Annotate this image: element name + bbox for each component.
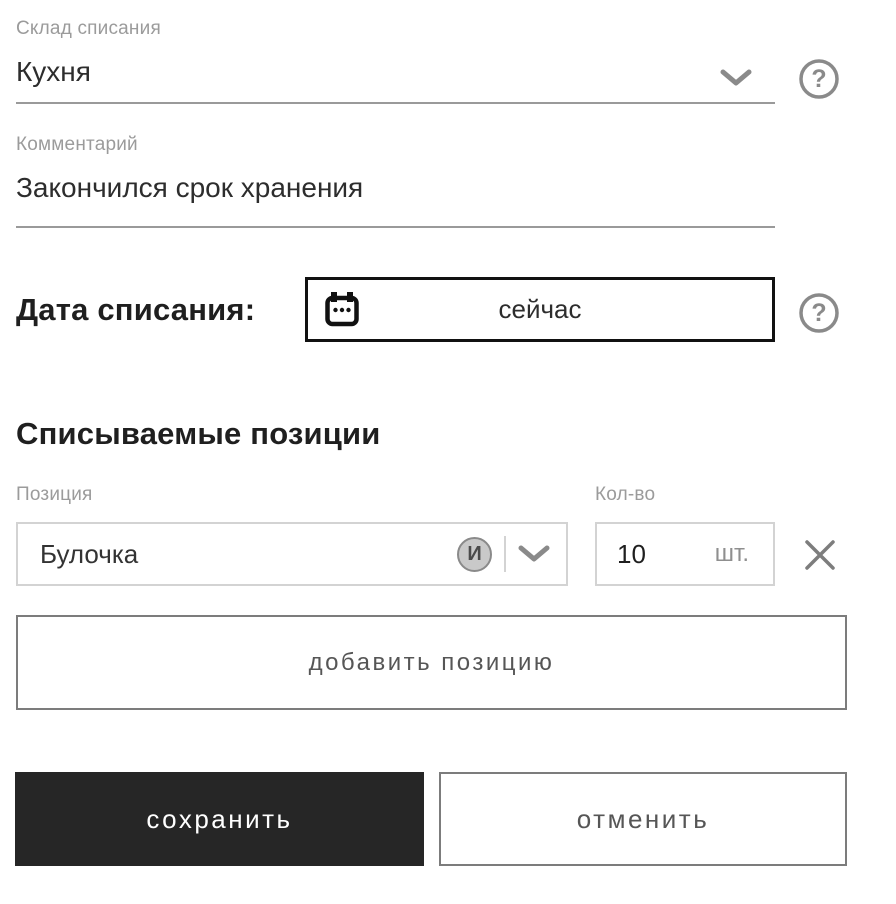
warehouse-select[interactable]: Кухня	[16, 56, 775, 102]
calendar-icon	[324, 291, 360, 329]
cancel-button[interactable]: отменить	[439, 772, 847, 866]
date-help-icon[interactable]: ?	[798, 292, 840, 334]
remove-row-icon[interactable]	[802, 537, 838, 573]
warehouse-label: Склад списания	[16, 18, 161, 40]
date-picker-button[interactable]: сейчас	[305, 277, 775, 342]
comment-label: Комментарий	[16, 134, 138, 156]
help-icon[interactable]: ?	[798, 58, 840, 100]
position-type-badge: И	[457, 537, 492, 572]
position-value: Булочка	[18, 539, 457, 570]
writeoff-form: Склад списания Кухня ? Комментарий Закон…	[0, 0, 896, 904]
date-value: сейчас	[499, 294, 582, 325]
warehouse-value: Кухня	[16, 56, 91, 87]
add-position-button[interactable]: добавить позицию	[16, 615, 847, 710]
positions-heading: Списываемые позиции	[16, 416, 381, 452]
divider	[504, 536, 506, 572]
chevron-down-icon	[719, 68, 753, 88]
svg-text:?: ?	[811, 299, 826, 327]
position-column-label: Позиция	[16, 484, 93, 506]
comment-underline	[16, 226, 775, 228]
chevron-down-icon	[518, 545, 550, 563]
position-select[interactable]: Булочка И	[16, 522, 568, 586]
save-button[interactable]: сохранить	[15, 772, 424, 866]
qty-input[interactable]: 10 шт.	[595, 522, 775, 586]
date-label: Дата списания:	[16, 292, 255, 328]
qty-column-label: Кол-во	[595, 484, 655, 506]
svg-text:?: ?	[811, 65, 826, 93]
qty-value: 10	[597, 539, 715, 570]
warehouse-underline	[16, 102, 775, 104]
qty-unit: шт.	[715, 540, 773, 568]
comment-input[interactable]: Закончился срок хранения	[16, 172, 363, 204]
